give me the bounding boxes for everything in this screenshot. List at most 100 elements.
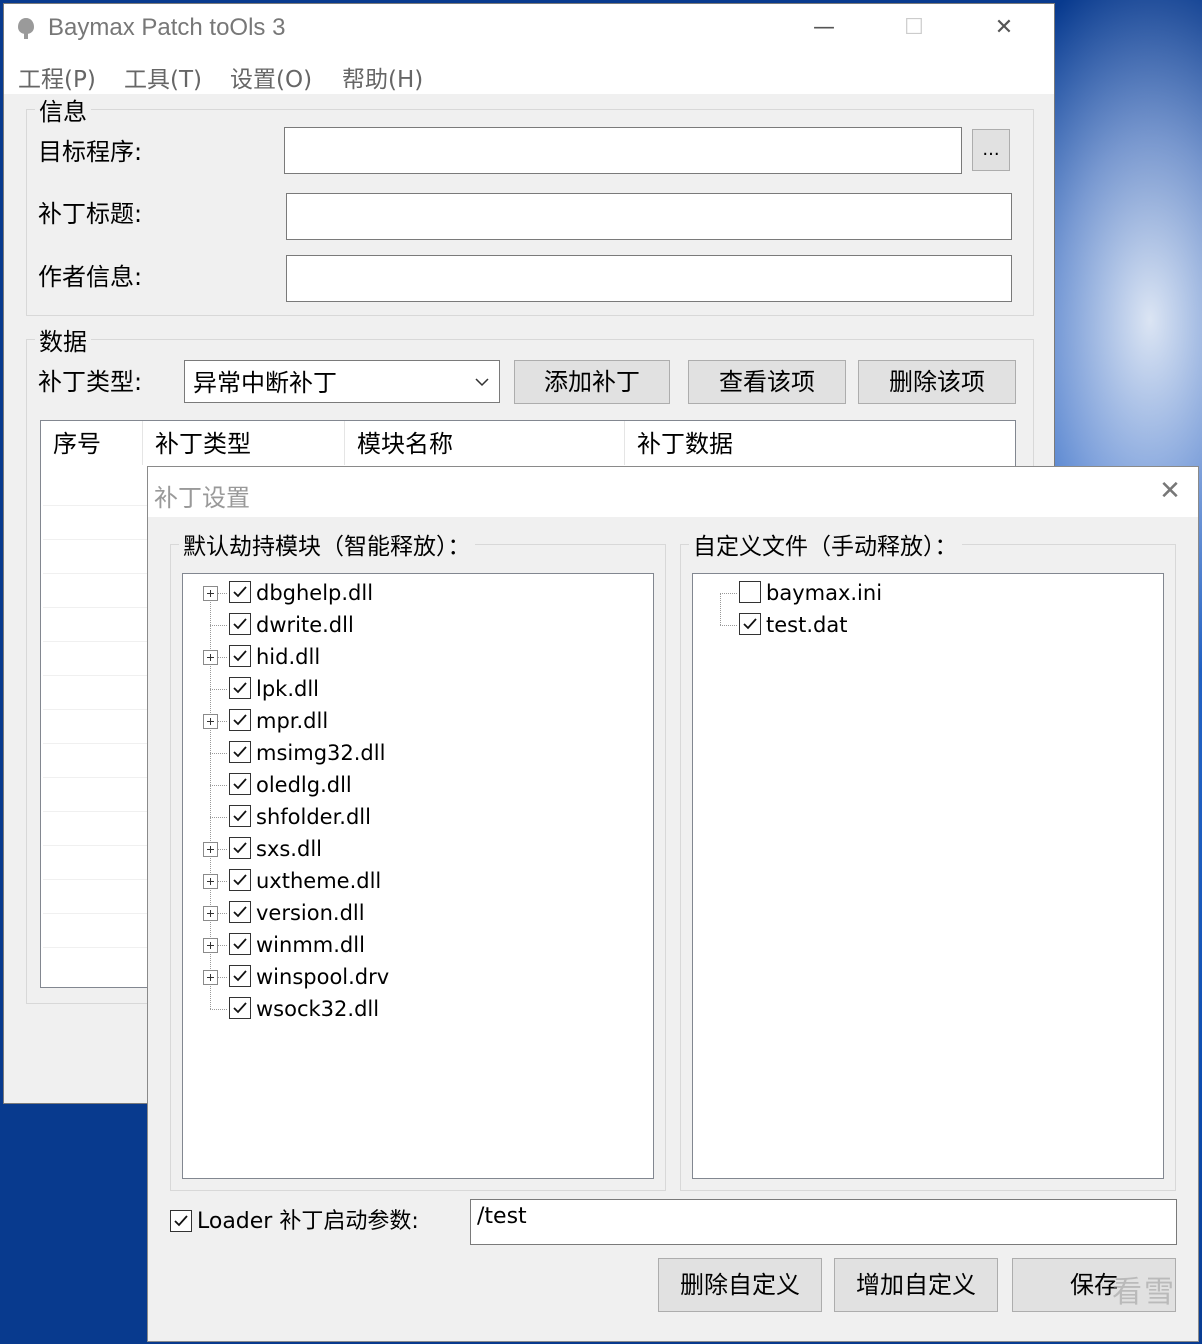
expand-icon[interactable] bbox=[203, 714, 218, 729]
item-checkbox[interactable] bbox=[229, 997, 251, 1019]
window-title: Baymax Patch toOls 3 bbox=[48, 14, 286, 41]
default-modules-tree[interactable]: dbghelp.dll dwrite.dll hid.dll lpk.dll mpr.d… bbox=[182, 573, 654, 1179]
browse-button[interactable]: ... bbox=[972, 129, 1010, 171]
tree-connector-line bbox=[210, 689, 227, 690]
item-checkbox[interactable] bbox=[229, 869, 251, 891]
tree-item-version-dll[interactable]: version.dll bbox=[229, 898, 529, 928]
tree-item-mpr-dll[interactable]: mpr.dll bbox=[229, 706, 529, 736]
delete-item-button[interactable]: 删除该项 bbox=[858, 360, 1016, 404]
expand-icon[interactable] bbox=[203, 650, 218, 665]
item-label: hid.dll bbox=[256, 645, 321, 669]
tree-item-wsock32-dll[interactable]: wsock32.dll bbox=[229, 994, 529, 1024]
tree-item-dwrite-dll[interactable]: dwrite.dll bbox=[229, 610, 529, 640]
expand-icon[interactable] bbox=[203, 906, 218, 921]
tree-connector-line bbox=[210, 785, 227, 786]
dialog-title: 补丁设置 bbox=[154, 484, 250, 512]
close-button[interactable]: ✕ bbox=[959, 4, 1049, 52]
item-label: winmm.dll bbox=[256, 933, 365, 957]
loader-params-label: Loader 补丁启动参数: bbox=[197, 1209, 419, 1234]
item-label: oledlg.dll bbox=[256, 773, 352, 797]
tree-item-sxs-dll[interactable]: sxs.dll bbox=[229, 834, 529, 864]
item-label: wsock32.dll bbox=[256, 997, 380, 1021]
tree-item-lpk-dll[interactable]: lpk.dll bbox=[229, 674, 529, 704]
maximize-button[interactable]: ☐ bbox=[869, 4, 959, 52]
tree-item-dbghelp-dll[interactable]: dbghelp.dll bbox=[229, 578, 529, 608]
add-patch-button[interactable]: 添加补丁 bbox=[514, 360, 670, 404]
expand-icon[interactable] bbox=[203, 970, 218, 985]
tree-connector-line bbox=[210, 817, 227, 818]
column-patch-type[interactable]: 补丁类型 bbox=[143, 421, 345, 465]
tree-item-uxtheme-dll[interactable]: uxtheme.dll bbox=[229, 866, 529, 896]
target-program-label: 目标程序: bbox=[38, 138, 143, 166]
item-checkbox[interactable] bbox=[229, 965, 251, 987]
item-label: mpr.dll bbox=[256, 709, 329, 733]
item-checkbox[interactable] bbox=[229, 645, 251, 667]
loader-params-input[interactable]: /test bbox=[470, 1199, 1177, 1245]
expand-icon[interactable] bbox=[203, 874, 218, 889]
tree-item-winspool-drv[interactable]: winspool.drv bbox=[229, 962, 529, 992]
item-checkbox[interactable] bbox=[229, 901, 251, 923]
tree-connector-line bbox=[720, 593, 737, 594]
item-checkbox[interactable] bbox=[229, 613, 251, 635]
item-checkbox[interactable] bbox=[739, 581, 761, 603]
patch-settings-dialog: 补丁设置 ✕ 默认劫持模块（智能释放）： dbghelp.dll dwrite.d… bbox=[147, 466, 1199, 1342]
column-index[interactable]: 序号 bbox=[41, 421, 143, 465]
item-label: sxs.dll bbox=[256, 837, 322, 861]
patch-type-select[interactable]: 异常中断补丁 bbox=[184, 360, 500, 403]
item-checkbox[interactable] bbox=[229, 709, 251, 731]
menu-settings[interactable]: 设置(O) bbox=[230, 60, 312, 94]
menu-help[interactable]: 帮助(H) bbox=[342, 60, 423, 94]
item-label: lpk.dll bbox=[256, 677, 319, 701]
delete-custom-button[interactable]: 删除自定义 bbox=[658, 1258, 822, 1312]
view-item-button[interactable]: 查看该项 bbox=[688, 360, 846, 404]
item-label: winspool.drv bbox=[256, 965, 390, 989]
dialog-close-button[interactable]: ✕ bbox=[1150, 471, 1190, 511]
tree-connector-line bbox=[210, 625, 227, 626]
item-checkbox[interactable] bbox=[229, 837, 251, 859]
item-checkbox[interactable] bbox=[229, 741, 251, 763]
tree-item-test-dat[interactable]: test.dat bbox=[739, 610, 1039, 640]
tree-connector-line bbox=[720, 625, 737, 626]
item-label: uxtheme.dll bbox=[256, 869, 382, 893]
tree-item-baymax-ini[interactable]: baymax.ini bbox=[739, 578, 1039, 608]
expand-icon[interactable] bbox=[203, 586, 218, 601]
item-checkbox[interactable] bbox=[229, 773, 251, 795]
tree-item-msimg32-dll[interactable]: msimg32.dll bbox=[229, 738, 529, 768]
tree-item-winmm-dll[interactable]: winmm.dll bbox=[229, 930, 529, 960]
target-program-input[interactable] bbox=[284, 127, 962, 174]
expand-icon[interactable] bbox=[203, 842, 218, 857]
patch-title-label: 补丁标题: bbox=[38, 200, 143, 228]
tree-item-oledlg-dll[interactable]: oledlg.dll bbox=[229, 770, 529, 800]
minimize-button[interactable]: — bbox=[779, 4, 869, 52]
item-checkbox[interactable] bbox=[229, 581, 251, 603]
default-modules-legend: 默认劫持模块（智能释放）： bbox=[183, 534, 471, 560]
author-info-input[interactable] bbox=[286, 255, 1012, 302]
item-checkbox[interactable] bbox=[229, 933, 251, 955]
patch-type-label: 补丁类型: bbox=[38, 368, 143, 396]
column-module-name[interactable]: 模块名称 bbox=[345, 421, 625, 465]
item-label: version.dll bbox=[256, 901, 365, 925]
menu-project[interactable]: 工程(P) bbox=[18, 60, 96, 94]
tree-item-shfolder-dll[interactable]: shfolder.dll bbox=[229, 802, 529, 832]
column-patch-data[interactable]: 补丁数据 bbox=[625, 421, 1015, 465]
tree-item-hid-dll[interactable]: hid.dll bbox=[229, 642, 529, 672]
patch-title-input[interactable] bbox=[286, 193, 1012, 240]
item-checkbox[interactable] bbox=[229, 805, 251, 827]
custom-files-legend: 自定义文件（手动释放）： bbox=[693, 534, 958, 560]
tree-connector-line bbox=[210, 753, 227, 754]
tree-connector-line bbox=[720, 593, 721, 625]
item-checkbox[interactable] bbox=[739, 613, 761, 635]
app-icon bbox=[18, 18, 34, 39]
item-label: shfolder.dll bbox=[256, 805, 371, 829]
menu-bar: 工程(P) 工具(T) 设置(O) 帮助(H) bbox=[4, 52, 1054, 94]
author-info-label: 作者信息: bbox=[38, 263, 143, 291]
loader-checkbox-box[interactable] bbox=[170, 1210, 192, 1232]
data-group-legend: 数据 bbox=[39, 328, 87, 356]
loader-params-checkbox[interactable]: Loader 补丁启动参数: bbox=[170, 1207, 470, 1237]
item-checkbox[interactable] bbox=[229, 677, 251, 699]
item-label: dwrite.dll bbox=[256, 613, 354, 637]
add-custom-button[interactable]: 增加自定义 bbox=[834, 1258, 998, 1312]
expand-icon[interactable] bbox=[203, 938, 218, 953]
menu-tools[interactable]: 工具(T) bbox=[124, 60, 202, 94]
custom-files-tree[interactable]: baymax.ini test.dat bbox=[692, 573, 1164, 1179]
